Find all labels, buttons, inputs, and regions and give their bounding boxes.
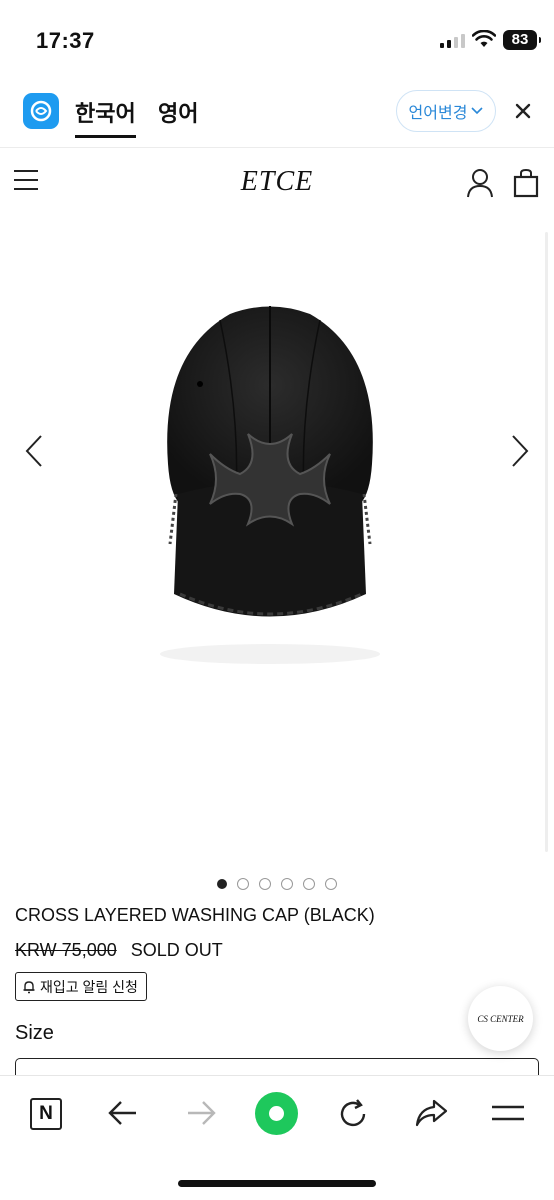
carousel-dot[interactable] [281, 878, 293, 890]
price-row: KRW 75,000 SOLD OUT [15, 940, 223, 961]
shopping-bag-icon[interactable] [513, 168, 539, 198]
carousel-dot[interactable] [325, 878, 337, 890]
refresh-icon[interactable] [337, 1098, 369, 1130]
change-language-label: 언어변경 [408, 105, 468, 122]
original-price: KRW 75,000 [15, 940, 117, 960]
carousel-dot[interactable] [217, 879, 227, 889]
carousel-dot[interactable] [303, 878, 315, 890]
restock-alert-label: 재입고 알림 신청 [40, 978, 138, 995]
share-icon[interactable] [414, 1098, 448, 1128]
translation-bar: 한국어 영어 언어변경 [0, 78, 554, 148]
product-name: CROSS LAYERED WASHING CAP (BLACK) [15, 905, 375, 925]
battery-indicator: 83 [503, 30, 541, 50]
page-scrollbar[interactable] [545, 232, 548, 852]
wifi-icon [472, 30, 496, 47]
size-label: Size [15, 1022, 54, 1044]
site-header: ETCE [0, 150, 554, 214]
cs-center-label: CS CENTER [477, 1013, 524, 1024]
carousel-dot[interactable] [237, 878, 249, 890]
tab-source-language[interactable]: 한국어 [75, 96, 136, 138]
product-image-carousel[interactable] [0, 214, 554, 864]
carousel-pagination [0, 878, 554, 890]
cellular-signal-icon [440, 32, 465, 48]
chevron-right-icon[interactable] [510, 434, 530, 468]
status-bar: 17:37 83 [0, 0, 554, 78]
carousel-dot[interactable] [259, 878, 271, 890]
cs-center-button[interactable]: CS CENTER [468, 986, 533, 1051]
product-image [160, 306, 380, 664]
chevron-down-icon [471, 107, 484, 115]
tab-target-language[interactable]: 영어 [158, 96, 198, 128]
papago-logo-icon [23, 93, 59, 129]
naver-home-button[interactable]: N [30, 1098, 62, 1130]
user-icon[interactable] [466, 168, 494, 198]
restock-alert-button[interactable]: 재입고 알림 신청 [15, 972, 147, 1001]
stock-status: SOLD OUT [130, 940, 223, 960]
menu-icon[interactable] [491, 1104, 525, 1122]
bell-icon [23, 980, 35, 993]
forward-arrow-icon[interactable] [186, 1100, 216, 1126]
status-time: 17:37 [36, 28, 95, 53]
back-arrow-icon[interactable] [108, 1100, 138, 1126]
home-indicator [178, 1180, 376, 1187]
close-icon[interactable] [511, 99, 535, 123]
naver-green-dot-button[interactable] [255, 1092, 298, 1135]
change-language-button[interactable]: 언어변경 [396, 90, 496, 132]
chevron-left-icon[interactable] [24, 434, 44, 468]
